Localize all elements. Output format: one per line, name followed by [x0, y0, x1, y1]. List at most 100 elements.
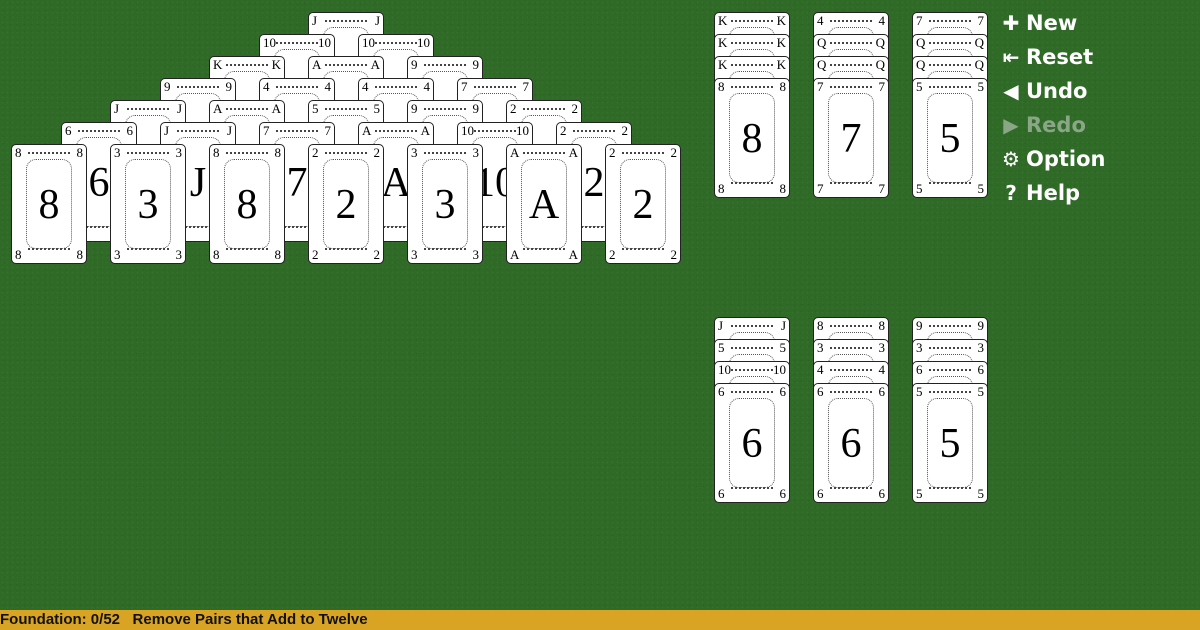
card-rank-index: 6	[878, 384, 886, 399]
card-rank-center: 8	[236, 182, 258, 228]
card-rank-index: 5	[977, 181, 985, 196]
card-rank-index: K	[213, 57, 223, 72]
new-button[interactable]: ✚ New	[1000, 6, 1190, 40]
reset-button[interactable]: ⇤ Reset	[1000, 40, 1190, 74]
card-rank-index: Q	[817, 35, 827, 50]
card-rank-index: K	[718, 57, 728, 72]
card-rank-index: 8	[274, 145, 282, 160]
card-vine-ornament	[523, 152, 565, 160]
card-rank-index: 3	[472, 247, 480, 262]
card-rank-index: 10	[773, 362, 786, 377]
card-vine-ornament	[226, 152, 268, 160]
undo-icon: ◀	[1003, 79, 1019, 103]
card-rank-index: A	[370, 57, 380, 72]
card-rank-index: 2	[312, 145, 319, 160]
card-vine-ornament	[424, 152, 466, 160]
card-vine-ornament	[127, 152, 169, 160]
playing-card[interactable]: 5 5 5 5 5	[912, 383, 988, 503]
card-rank-index: 6	[126, 123, 134, 138]
card-rank-index: 4	[878, 362, 886, 377]
playing-card[interactable]: 8 8 8 8 8	[209, 144, 285, 264]
help-button[interactable]: ? Help	[1000, 176, 1190, 210]
card-vine-ornament	[830, 64, 872, 72]
card-rank-index: Q	[916, 57, 926, 72]
status-bar: Foundation: 0/52 Remove Pairs that Add t…	[0, 610, 1200, 630]
card-rank-index: 5	[916, 384, 923, 399]
card-rank-index: 4	[817, 13, 824, 28]
card-vine-ornament	[177, 86, 219, 94]
card-rank-index: 2	[560, 123, 567, 138]
card-vine-ornament	[929, 86, 971, 94]
card-rank-index: 6	[817, 486, 824, 501]
card-rank-center: 6	[840, 421, 862, 467]
card-vine-ornament	[177, 130, 219, 138]
card-vine-ornament	[929, 42, 971, 50]
card-rank-index: 8	[76, 145, 84, 160]
reset-icon: ⇤	[1002, 45, 1020, 69]
playing-card[interactable]: 6 6 6 6 6	[813, 383, 889, 503]
playing-card[interactable]: 5 5 5 5 5	[912, 78, 988, 198]
card-rank-index: 6	[779, 384, 787, 399]
option-button[interactable]: ⚙ Option	[1000, 142, 1190, 176]
card-rank-index: 3	[916, 340, 923, 355]
card-rank-index: 6	[65, 123, 72, 138]
card-rank-index: 9	[164, 79, 171, 94]
card-vine-ornament	[424, 108, 466, 116]
playing-card[interactable]: 3 3 3 3 3	[110, 144, 186, 264]
card-rank-index: K	[776, 57, 786, 72]
card-rank-index: 3	[411, 145, 418, 160]
playing-card[interactable]: 8 8 8 8 8	[11, 144, 87, 264]
card-vine-ornament	[830, 182, 872, 190]
card-rank-index: Q	[974, 35, 984, 50]
card-rank-index: 9	[472, 57, 480, 72]
card-vine-ornament	[127, 248, 169, 256]
playing-card[interactable]: 7 7 7 7 7	[813, 78, 889, 198]
playing-card[interactable]: 2 2 2 2 2	[605, 144, 681, 264]
card-vine-ornament	[276, 42, 318, 50]
undo-button[interactable]: ◀ Undo	[1000, 74, 1190, 108]
card-rank-index: 3	[114, 247, 121, 262]
card-rank-index: J	[114, 101, 120, 116]
card-rank-index: 5	[916, 486, 923, 501]
redo-icon: ▶	[1003, 113, 1019, 137]
playing-card[interactable]: 8 8 8 8 8	[714, 78, 790, 198]
card-rank-index: 3	[817, 340, 824, 355]
card-rank-index: J	[312, 13, 318, 28]
card-vine-ornament	[830, 347, 872, 355]
card-rank-index: 9	[411, 101, 418, 116]
card-rank-index: A	[271, 101, 281, 116]
playing-card[interactable]: 2 2 2 2 2	[308, 144, 384, 264]
card-vine-ornament	[375, 86, 417, 94]
card-rank-index: A	[362, 123, 372, 138]
card-rank-index: 5	[718, 340, 725, 355]
card-rank-index: 10	[516, 123, 529, 138]
card-rank-index: 8	[878, 318, 886, 333]
card-vine-ornament	[325, 152, 367, 160]
card-rank-center: 8	[741, 116, 763, 162]
playing-card[interactable]: A A A A A	[506, 144, 582, 264]
card-rank-index: A	[568, 145, 578, 160]
card-rank-index: Q	[875, 57, 885, 72]
help-icon: ?	[1005, 181, 1017, 205]
card-rank-index: J	[718, 318, 724, 333]
card-rank-index: K	[776, 13, 786, 28]
card-vine-ornament	[523, 248, 565, 256]
card-rank-index: 3	[472, 145, 480, 160]
game-menu: ✚ New ⇤ Reset ◀ Undo ▶ Redo ⚙ Option? Help	[1000, 6, 1190, 210]
card-rank-index: 7	[916, 13, 923, 28]
card-vine-ornament	[325, 20, 367, 28]
card-vine-ornament	[474, 86, 516, 94]
card-rank-index: A	[510, 247, 520, 262]
card-vine-ornament	[731, 347, 773, 355]
card-vine-ornament	[830, 325, 872, 333]
playing-card[interactable]: 3 3 3 3 3	[407, 144, 483, 264]
card-rank-index: 7	[977, 13, 985, 28]
card-vine-ornament	[929, 369, 971, 377]
playing-card[interactable]: 6 6 6 6 6	[714, 383, 790, 503]
card-rank-index: Q	[817, 57, 827, 72]
card-vine-ornament	[375, 130, 417, 138]
card-vine-ornament	[325, 64, 367, 72]
card-vine-ornament	[325, 108, 367, 116]
card-vine-ornament	[28, 248, 70, 256]
card-rank-index: 2	[373, 247, 381, 262]
